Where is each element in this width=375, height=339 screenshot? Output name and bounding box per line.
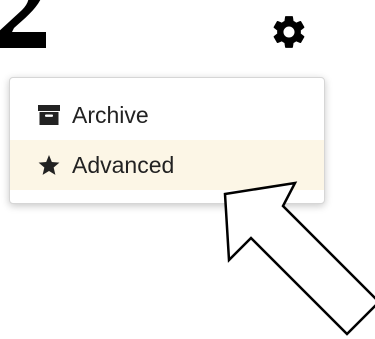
menu-item-label: Archive bbox=[72, 101, 149, 128]
cropped-heading-glyph bbox=[0, 0, 46, 48]
settings-button[interactable] bbox=[268, 11, 310, 53]
gear-icon bbox=[273, 16, 305, 48]
settings-dropdown-menu: Archive Advanced bbox=[9, 77, 325, 204]
menu-item-advanced[interactable]: Advanced bbox=[10, 140, 324, 190]
star-icon bbox=[38, 154, 60, 176]
archive-icon bbox=[38, 104, 60, 126]
menu-item-label: Advanced bbox=[72, 151, 175, 178]
screen: Archive Advanced bbox=[0, 0, 375, 339]
menu-item-archive[interactable]: Archive bbox=[10, 90, 324, 140]
